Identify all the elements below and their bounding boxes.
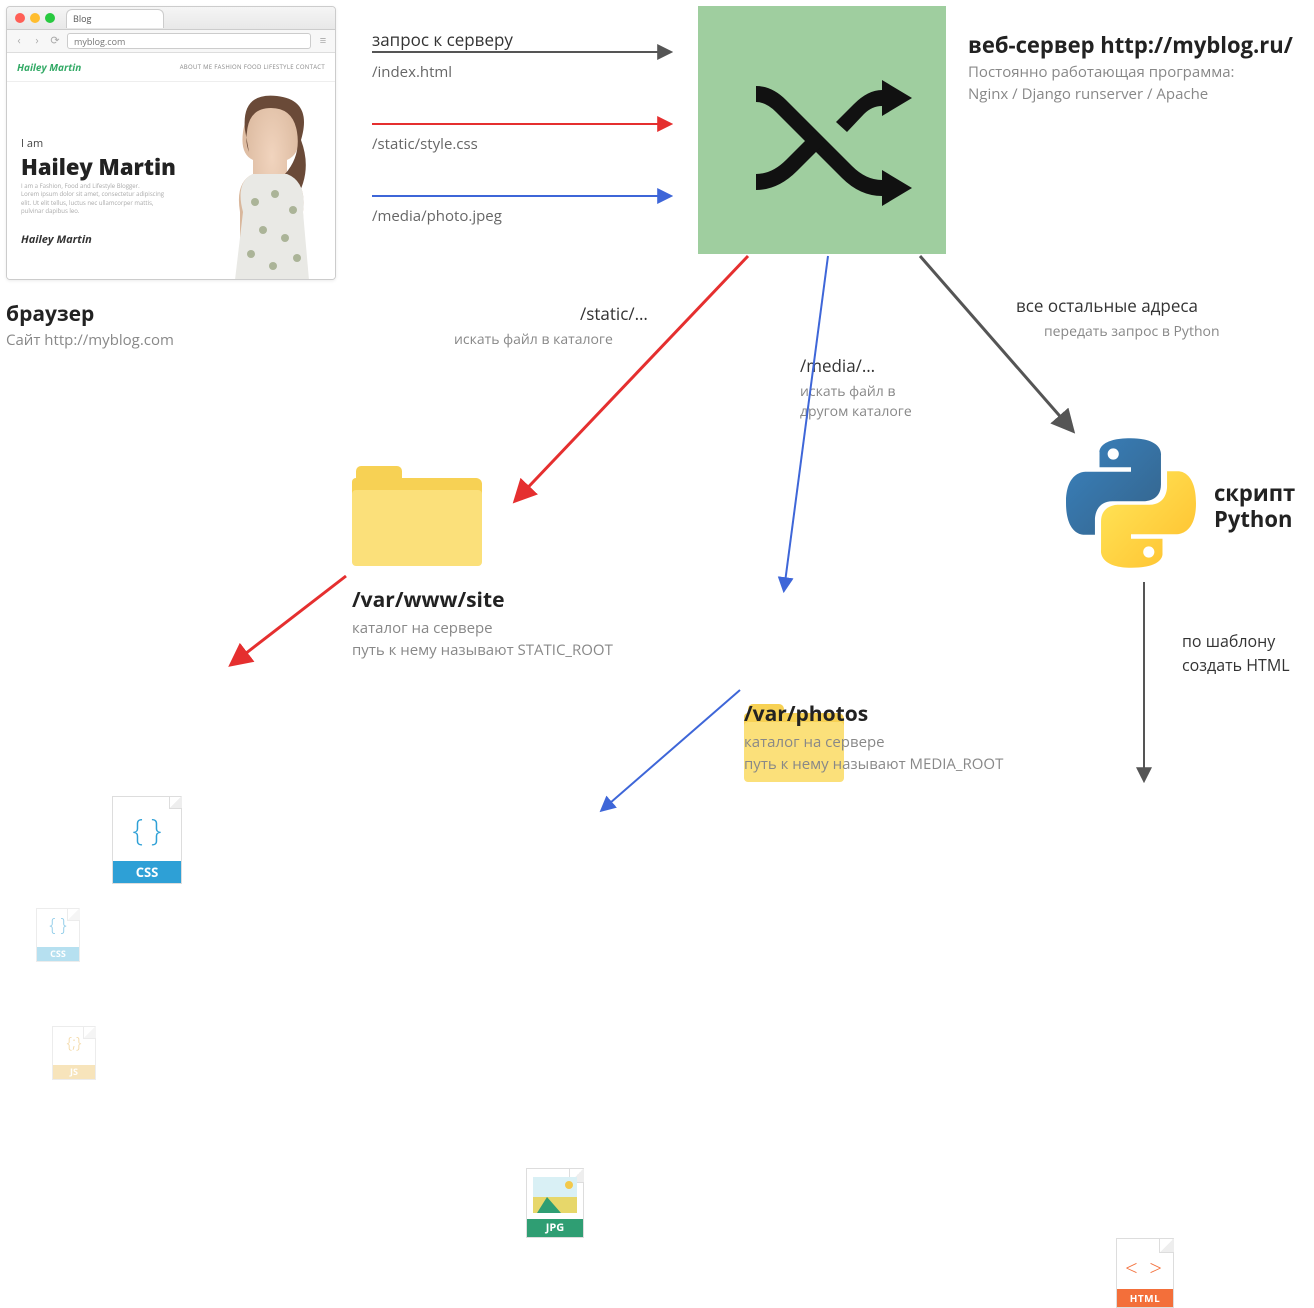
hero-desc: I am a Fashion, Food and Lifestyle Blogg…	[21, 182, 171, 216]
arrow-route-static	[516, 256, 748, 500]
forward-icon: ›	[31, 35, 43, 47]
request-path-1: /index.html	[372, 62, 452, 82]
request-path-3: /media/photo.jpeg	[372, 206, 502, 226]
hero-iam: I am	[21, 136, 43, 151]
route-static-desc: искать файл в каталоге	[454, 330, 613, 350]
media-desc1: каталог на сервере	[744, 732, 885, 752]
html-file-icon: < > HTML	[1116, 1238, 1174, 1308]
server-desc2: Nginx / Django runserver / Apache	[968, 84, 1208, 106]
arrow-route-media	[784, 256, 828, 590]
python-title2: Python	[1214, 504, 1292, 534]
route-media-desc2: другом каталоге	[800, 402, 912, 422]
css-file-icon: { } CSS	[112, 796, 182, 884]
site-menu: ABOUT ME FASHION FOOD LIFESTYLE CONTACT	[180, 63, 325, 71]
hero-name: Hailey Martin	[21, 152, 176, 182]
static-desc2: путь к нему называют STATIC_ROOT	[352, 640, 613, 660]
browser-subtitle: Сайт http://myblog.com	[6, 330, 174, 352]
jpg-file-icon: JPG	[526, 1168, 584, 1238]
requests-heading: запрос к серверу	[372, 28, 513, 51]
static-desc1: каталог на сервере	[352, 618, 493, 638]
template-desc2: создать HTML	[1182, 654, 1290, 676]
min-dot	[30, 13, 40, 23]
browser-mock: Blog ‹ › ⟳ myblog.com ≡ Hailey Martin AB…	[6, 6, 336, 280]
route-media-desc1: искать файл в	[800, 382, 895, 402]
arrow-static-to-files	[232, 576, 346, 664]
browser-viewport: Hailey Martin ABOUT ME FASHION FOOD LIFE…	[7, 53, 335, 279]
menu-icon: ≡	[317, 35, 329, 47]
route-other-desc: передать запрос в Python	[1044, 322, 1220, 342]
server-box	[698, 6, 946, 254]
browser-title: браузер	[6, 300, 94, 328]
max-dot	[45, 13, 55, 23]
arrow-media-to-jpg	[602, 690, 740, 810]
route-static-label: /static/…	[580, 302, 648, 325]
route-other-label: все остальные адреса	[1016, 294, 1198, 317]
media-desc2: путь к нему называют MEDIA_ROOT	[744, 754, 1003, 774]
hero-signature: Hailey Martin	[21, 232, 92, 247]
server-title: веб-сервер http://myblog.ru/	[968, 30, 1293, 60]
hero-image	[185, 82, 335, 280]
server-desc1: Постоянно работающая программа:	[968, 62, 1234, 84]
template-desc1: по шаблону	[1182, 630, 1275, 652]
browser-titlebar: Blog	[7, 7, 335, 30]
arrow-route-python	[920, 256, 1072, 430]
reload-icon: ⟳	[49, 35, 61, 47]
back-icon: ‹	[13, 35, 25, 47]
folder-static-icon	[352, 466, 482, 566]
url-field: myblog.com	[67, 33, 311, 49]
media-path: /var/photos	[744, 700, 868, 728]
browser-address-bar: ‹ › ⟳ myblog.com ≡	[7, 30, 335, 53]
route-media-label: /media/…	[800, 354, 875, 377]
js-file-icon: {;} JS	[52, 1026, 96, 1080]
close-dot	[15, 13, 25, 23]
routing-icon	[698, 6, 946, 254]
request-path-2: /static/style.css	[372, 134, 478, 154]
site-logo: Hailey Martin	[17, 60, 81, 74]
static-path: /var/www/site	[352, 586, 505, 614]
browser-tab: Blog	[66, 9, 164, 28]
python-logo-icon	[1066, 438, 1196, 568]
css-file-small-icon: { } CSS	[36, 908, 80, 962]
